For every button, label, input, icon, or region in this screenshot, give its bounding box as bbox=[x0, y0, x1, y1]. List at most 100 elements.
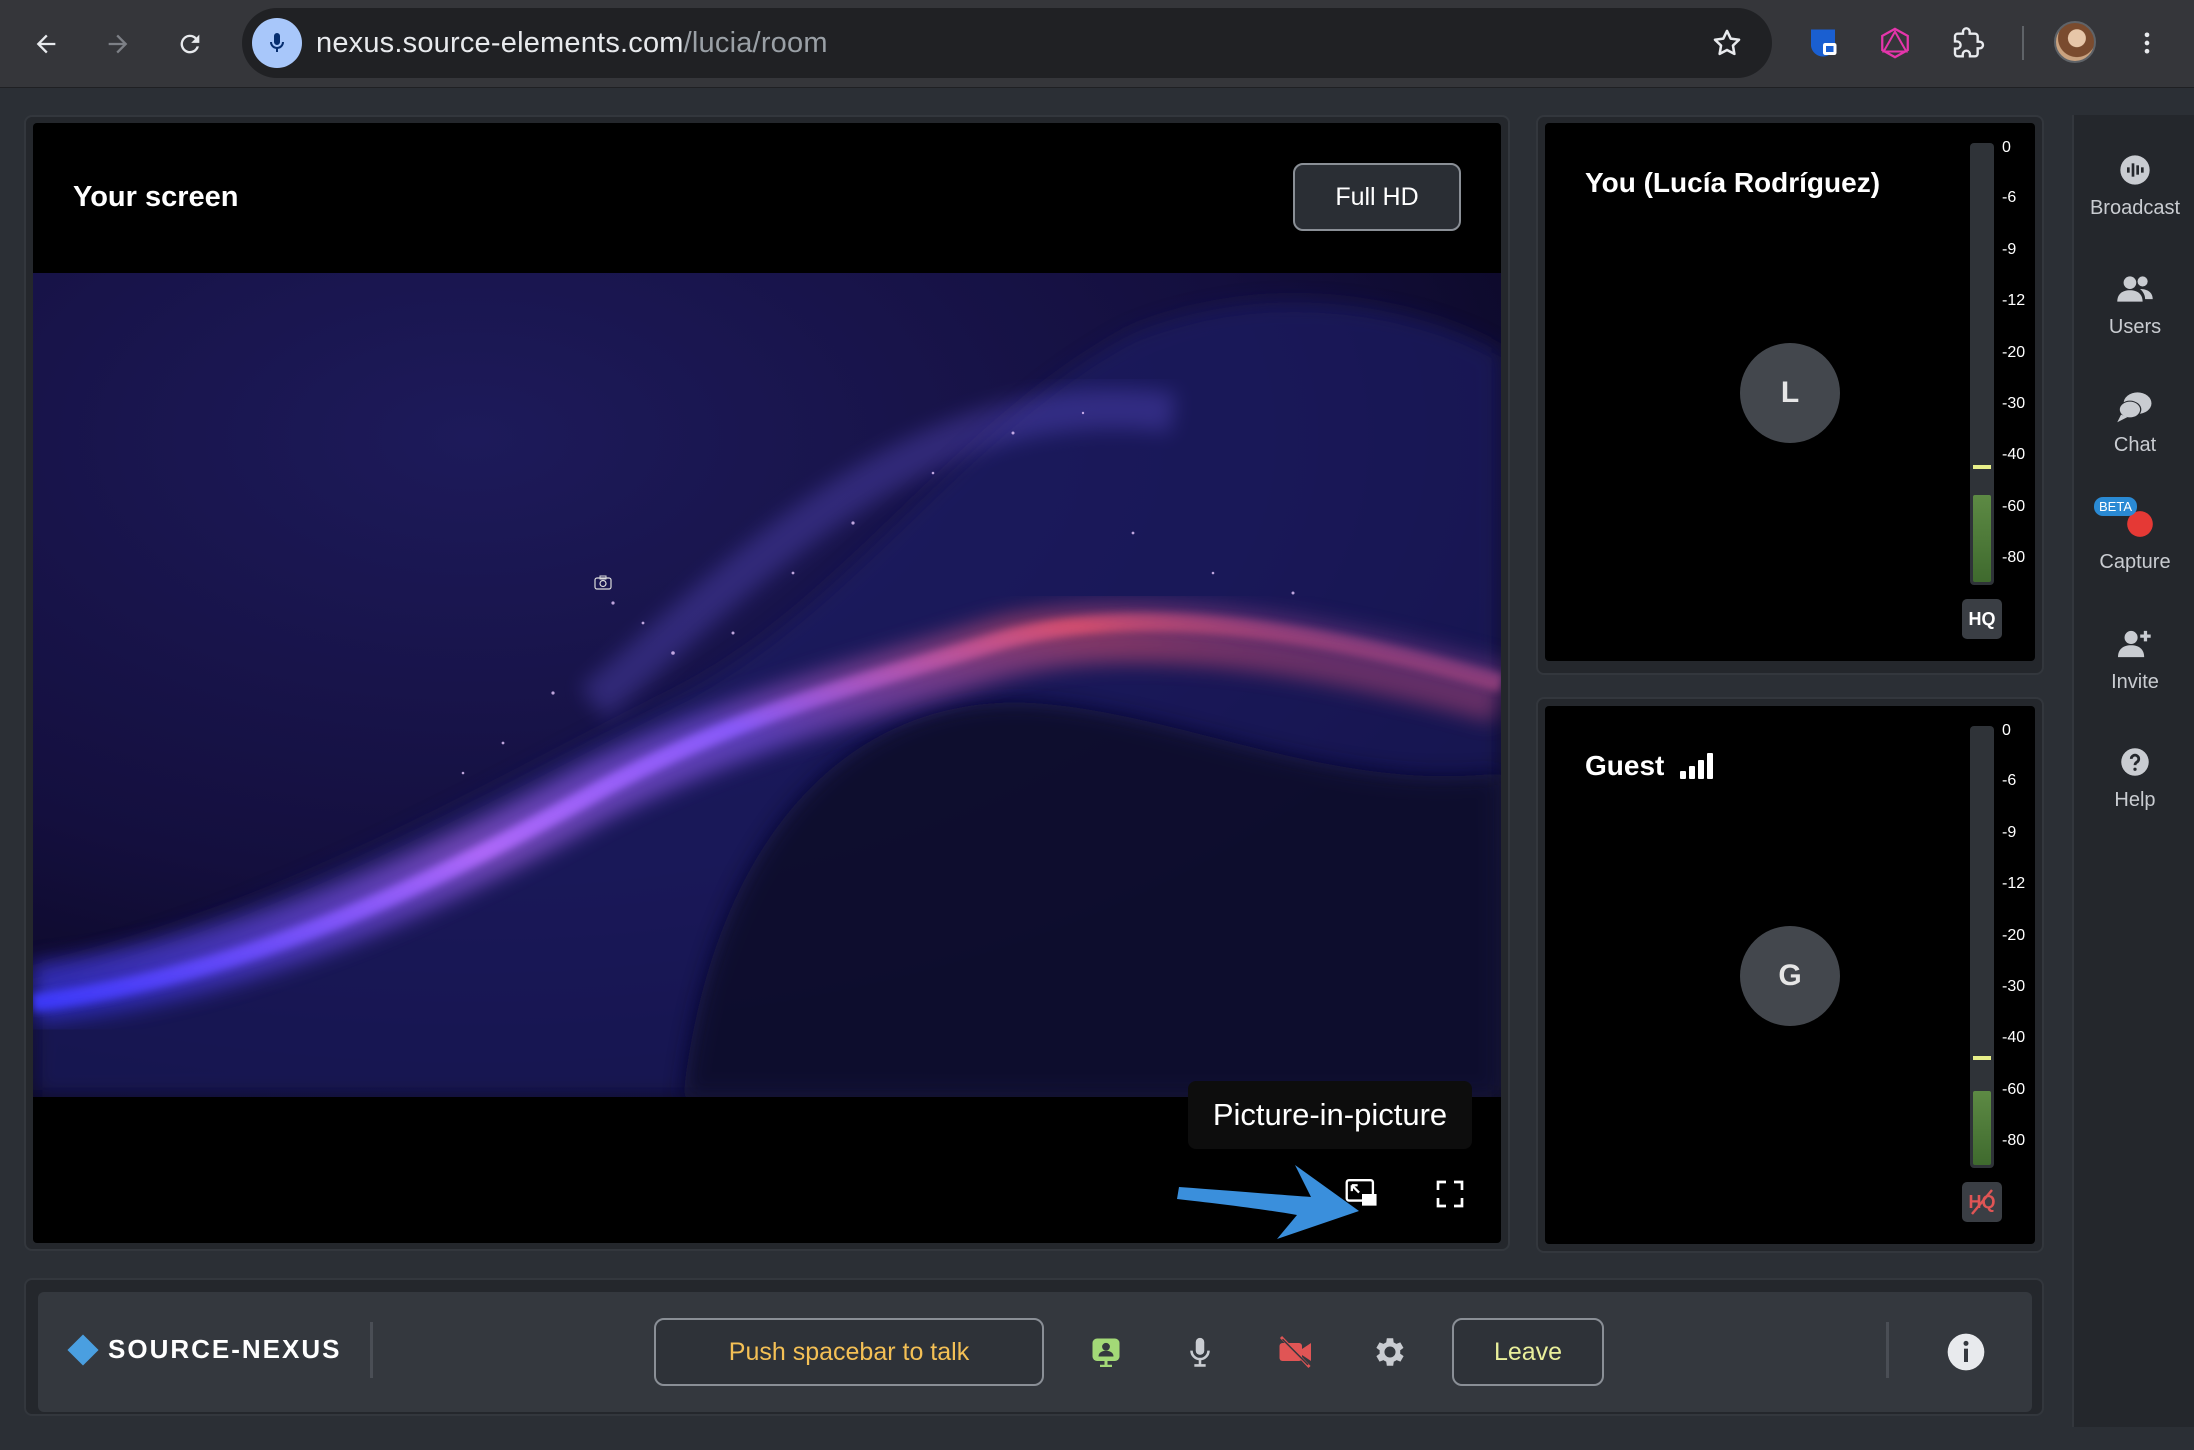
microphone-icon bbox=[1190, 1337, 1210, 1367]
scale-label: -6 bbox=[2002, 189, 2017, 206]
add-user-icon bbox=[2116, 625, 2154, 663]
scale-label: -6 bbox=[2002, 772, 2017, 789]
hq-toggle-disabled[interactable]: HQ bbox=[1962, 1182, 2002, 1222]
slash-icon bbox=[1971, 1189, 1993, 1215]
scale-label: -40 bbox=[2002, 1029, 2026, 1046]
back-button[interactable] bbox=[24, 22, 68, 66]
password-extension-icon bbox=[1811, 29, 1837, 57]
quality-button[interactable]: Full HD bbox=[1293, 163, 1461, 231]
leave-button[interactable]: Leave bbox=[1452, 1318, 1604, 1386]
broadcast-icon bbox=[2116, 151, 2154, 189]
scale-label: -80 bbox=[2002, 549, 2026, 566]
record-icon: BETA bbox=[2094, 497, 2154, 543]
pip-tooltip: Picture-in-picture bbox=[1188, 1081, 1472, 1149]
sidebar-item-label: Capture bbox=[2099, 551, 2171, 573]
scale-label: -80 bbox=[2002, 1132, 2026, 1149]
presenter-button[interactable] bbox=[1084, 1330, 1128, 1374]
back-icon bbox=[36, 34, 56, 54]
bottom-divider bbox=[1886, 1322, 1889, 1378]
audio-peak-marker bbox=[1973, 1056, 1991, 1061]
avatar: G bbox=[1740, 926, 1840, 1026]
reload-button[interactable] bbox=[168, 22, 212, 66]
sidebar-item-capture[interactable]: BETA Capture bbox=[2074, 497, 2194, 574]
camera-off-icon bbox=[1279, 1335, 1311, 1369]
sidebar-item-users[interactable]: Users bbox=[2074, 270, 2194, 339]
participant-name: You (Lucía Rodríguez) bbox=[1585, 167, 1880, 199]
audio-level-fill bbox=[1973, 494, 1991, 582]
brand-logo: SOURCE-NEXUS bbox=[67, 1333, 342, 1366]
extensions-button[interactable] bbox=[1946, 20, 1992, 66]
mic-icon bbox=[270, 33, 284, 52]
scale-label: -9 bbox=[2002, 824, 2017, 841]
star-icon bbox=[1713, 29, 1741, 56]
beta-badge: BETA bbox=[2094, 497, 2137, 516]
avatar: L bbox=[1740, 343, 1840, 443]
screen-title: Your screen bbox=[73, 181, 239, 213]
info-button[interactable] bbox=[1944, 1330, 1988, 1374]
forward-button[interactable] bbox=[96, 22, 140, 66]
bookmark-button[interactable] bbox=[1710, 26, 1744, 65]
url-text: nexus.source-elements.com/lucia/room bbox=[316, 8, 828, 78]
sidebar-item-label: Invite bbox=[2111, 671, 2159, 693]
scale-label: 0 bbox=[2002, 722, 2011, 739]
reload-icon bbox=[180, 34, 200, 54]
profile-avatar[interactable] bbox=[2054, 21, 2096, 63]
puzzle-icon bbox=[1953, 27, 1985, 58]
camera-off-button[interactable] bbox=[1274, 1330, 1318, 1374]
audio-peak-marker bbox=[1973, 464, 1991, 469]
menu-button[interactable] bbox=[2124, 20, 2170, 66]
bottom-bar: SOURCE-NEXUS Push spacebar to talk Leave bbox=[38, 1292, 2032, 1412]
right-sidebar: Broadcast Users Chat BETA Capture Invite… bbox=[2072, 115, 2194, 1427]
scale-label: -40 bbox=[2002, 446, 2026, 463]
sidebar-item-chat[interactable]: Chat bbox=[2074, 388, 2194, 457]
scale-label: -20 bbox=[2002, 927, 2026, 944]
scale-label: -20 bbox=[2002, 344, 2026, 361]
url-host: nexus.source-elements.com bbox=[316, 27, 684, 59]
scale-label: -12 bbox=[2002, 292, 2026, 309]
sidebar-item-label: Help bbox=[2114, 789, 2156, 811]
hq-toggle[interactable]: HQ bbox=[1962, 599, 2002, 639]
audio-level-fill bbox=[1973, 1090, 1991, 1165]
chat-icon bbox=[2116, 388, 2154, 426]
signal-strength-icon bbox=[1680, 753, 1714, 779]
voice-search-button[interactable] bbox=[252, 18, 302, 68]
presenter-icon bbox=[1092, 1338, 1120, 1367]
toolbar-divider bbox=[2022, 26, 2024, 60]
sidebar-item-help[interactable]: Help bbox=[2074, 743, 2194, 812]
password-extension-button[interactable] bbox=[1800, 20, 1846, 66]
more-vert-icon bbox=[2144, 32, 2150, 54]
settings-button[interactable] bbox=[1368, 1330, 1412, 1374]
scale-label: -60 bbox=[2002, 498, 2026, 515]
fullscreen-icon bbox=[1436, 1180, 1464, 1208]
info-icon bbox=[1947, 1333, 1985, 1371]
help-icon bbox=[2116, 743, 2154, 781]
audio-level-meter bbox=[1970, 726, 1994, 1168]
participant-tile-self: You (Lucía Rodríguez) L 0 -6 -9 -12 -20 … bbox=[1545, 123, 2035, 661]
sidebar-item-broadcast[interactable]: Broadcast bbox=[2074, 151, 2194, 220]
graphql-extension-button[interactable] bbox=[1872, 20, 1918, 66]
fullscreen-button[interactable] bbox=[1423, 1169, 1477, 1219]
push-to-talk-button[interactable]: Push spacebar to talk bbox=[654, 1318, 1044, 1386]
brand-name: SOURCE-NEXUS bbox=[108, 1334, 342, 1364]
address-bar[interactable]: nexus.source-elements.com/lucia/room bbox=[242, 8, 1772, 78]
sidebar-item-label: Chat bbox=[2113, 434, 2157, 456]
participant-tile-guest: Guest G 0 -6 -9 -12 -20 -30 -40 -60 -80 … bbox=[1545, 706, 2035, 1244]
graphql-extension-icon bbox=[1881, 27, 1909, 59]
gear-icon bbox=[1376, 1338, 1404, 1366]
scale-label: -9 bbox=[2002, 241, 2017, 258]
sidebar-item-invite[interactable]: Invite bbox=[2074, 625, 2194, 694]
users-icon bbox=[2116, 270, 2154, 308]
browser-toolbar: nexus.source-elements.com/lucia/room bbox=[0, 0, 2194, 88]
screen-share-view: Your screen Full HD Picture-in-picture bbox=[33, 123, 1501, 1243]
picture-in-picture-button[interactable] bbox=[1335, 1169, 1389, 1219]
sidebar-item-label: Users bbox=[2108, 316, 2162, 338]
participant-name: Guest bbox=[1585, 750, 1716, 782]
participant-name-text: You (Lucía Rodríguez) bbox=[1585, 167, 1881, 198]
brand-diamond-icon bbox=[67, 1333, 99, 1366]
sidebar-item-label: Broadcast bbox=[2089, 197, 2181, 219]
scale-label: -30 bbox=[2002, 978, 2026, 995]
microphone-button[interactable] bbox=[1178, 1330, 1222, 1374]
screen-share-image bbox=[33, 273, 1501, 1097]
forward-icon bbox=[108, 34, 128, 54]
scale-label: -12 bbox=[2002, 875, 2026, 892]
